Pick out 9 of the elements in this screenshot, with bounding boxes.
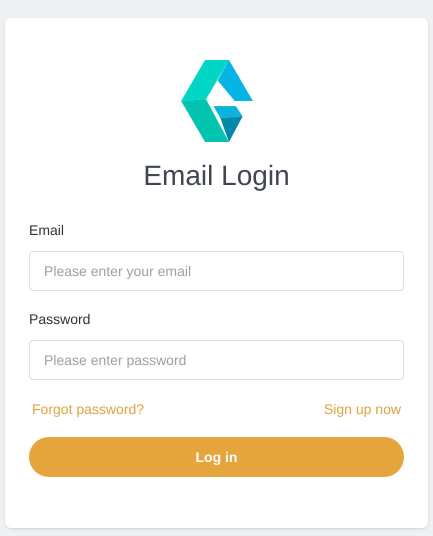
field-label: Email <box>29 221 66 240</box>
input-field[interactable]: Please enter password <box>29 340 404 380</box>
sign-up-link[interactable]: Sign up now <box>324 399 401 420</box>
page-title: Email Login <box>142 162 291 190</box>
field-label: Password <box>29 310 92 329</box>
forgot-password-link[interactable]: Forgot password? <box>32 399 144 420</box>
input-field[interactable]: Please enter your email <box>29 251 404 291</box>
login-button[interactable]: Log in <box>29 437 404 477</box>
logo-icon <box>180 60 252 142</box>
